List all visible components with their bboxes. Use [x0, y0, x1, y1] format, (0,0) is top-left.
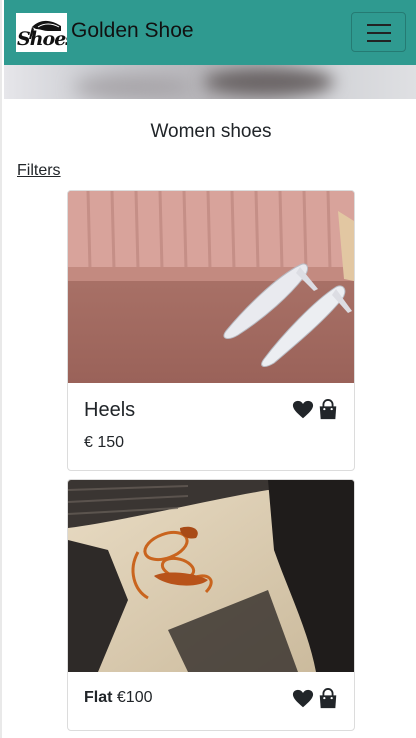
product-actions [292, 688, 339, 710]
hero-banner [4, 65, 416, 99]
heart-icon[interactable] [292, 399, 314, 421]
brand-name[interactable]: Golden Shoe [71, 19, 194, 43]
heels-photo [68, 191, 354, 383]
menu-toggle-button[interactable] [351, 12, 406, 52]
product-actions [292, 399, 339, 421]
product-card[interactable]: Heels € 150 [67, 190, 355, 471]
shopping-bag-icon[interactable] [317, 399, 339, 421]
product-image[interactable] [68, 191, 354, 383]
flat-sandal-photo [68, 480, 354, 672]
product-info: Flat €100 [84, 689, 153, 707]
navbar: Shoes Golden Shoe [4, 0, 416, 65]
brand-logo[interactable]: Shoes [16, 13, 67, 52]
product-name[interactable]: Heels [84, 399, 135, 422]
hamburger-icon [367, 24, 391, 42]
shopping-bag-icon[interactable] [317, 688, 339, 710]
filters-link[interactable]: Filters [17, 162, 61, 180]
product-card[interactable]: Flat €100 [67, 479, 355, 731]
page: Shoes Golden Shoe Women shoes Filters [0, 0, 416, 738]
product-name[interactable]: Flat [84, 689, 112, 706]
logo-text: Shoes [17, 28, 67, 50]
product-price: € 150 [84, 434, 125, 451]
heart-icon[interactable] [292, 688, 314, 710]
product-price: €100 [116, 689, 153, 706]
product-image[interactable] [68, 480, 354, 672]
page-title: Women shoes [150, 121, 272, 142]
